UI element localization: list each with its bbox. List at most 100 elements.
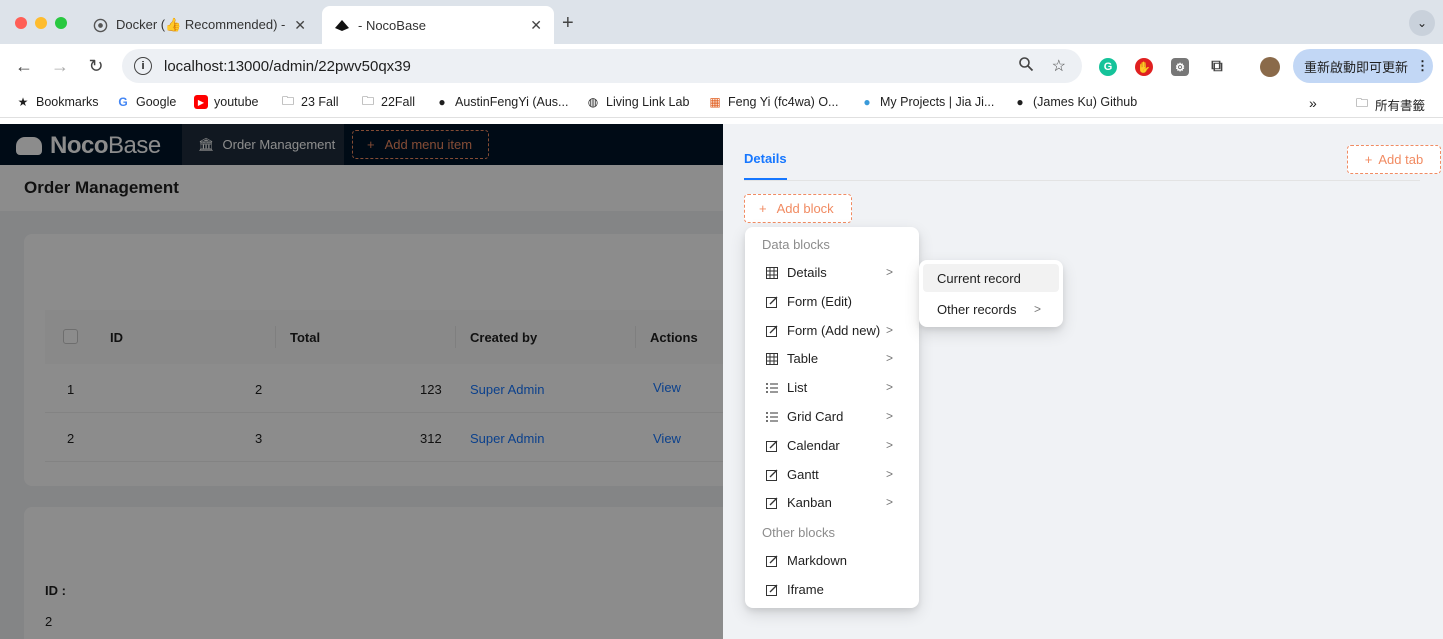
browser-tab-nocobase[interactable]: - NocoBase ✕	[322, 6, 554, 44]
list-icon	[765, 410, 779, 424]
edit-icon	[765, 583, 779, 597]
nocobase-app: Noco Base 🏛 Order Management + Add menu i…	[0, 124, 1443, 639]
window-minimize-button[interactable]	[35, 17, 47, 29]
chevron-right-icon: >	[885, 265, 893, 279]
browser-tab-docker[interactable]: Docker (👍 Recommended) - ✕	[80, 6, 318, 44]
bookmark-label: youtube	[214, 95, 259, 109]
github-icon: ●	[438, 95, 446, 109]
submenu-item-label: Other records	[937, 301, 1017, 317]
bookmark-item[interactable]: ● My Projects | Jia Ji...	[860, 95, 994, 109]
add-block-button[interactable]: + Add block	[744, 194, 852, 223]
grammarly-extension-icon[interactable]: G	[1099, 58, 1117, 76]
forward-arrow-icon[interactable]: →	[49, 56, 71, 77]
menu-item-markdown[interactable]: Markdown	[749, 546, 915, 575]
edit-icon	[765, 496, 779, 510]
menu-item-label: Calendar	[787, 438, 840, 453]
reload-icon[interactable]: ↻	[85, 56, 107, 77]
bookmark-star-icon[interactable]: ☆	[1052, 56, 1066, 76]
close-tab-icon[interactable]: ✕	[530, 17, 542, 34]
tab-details[interactable]: Details	[744, 151, 787, 180]
details-submenu: Current record Other records >	[919, 260, 1063, 327]
bookmark-label: Living Link Lab	[606, 95, 690, 109]
bookmark-label: 22Fall	[381, 95, 416, 109]
menu-item-list[interactable]: List >	[749, 373, 915, 402]
new-tab-icon[interactable]: +	[562, 12, 574, 35]
bookmark-item[interactable]: ● (James Ku) Github	[1013, 95, 1137, 109]
menu-item-label: Markdown	[787, 553, 847, 568]
menu-item-gantt[interactable]: Gantt >	[749, 460, 915, 489]
profile-avatar[interactable]	[1260, 57, 1280, 77]
menu-item-label: Gantt	[787, 467, 819, 482]
bookmark-item[interactable]: 🗀 22Fall	[361, 94, 416, 110]
menu-item-label: Details	[787, 265, 827, 280]
chevron-right-icon: >	[885, 323, 893, 337]
bookmark-label: (James Ku) Github	[1033, 95, 1138, 109]
tab-title: - NocoBase	[358, 17, 426, 33]
menu-item-label: Iframe	[787, 582, 824, 597]
folder-icon: 🗀	[281, 93, 294, 108]
chevron-right-icon: >	[885, 495, 893, 509]
extension-icon[interactable]: ⚙	[1171, 58, 1189, 76]
tab-search-chevron-icon[interactable]: ⌄	[1409, 10, 1435, 36]
add-tab-button[interactable]: + Add tab	[1347, 145, 1441, 174]
bookmark-item[interactable]: ◍ Living Link Lab	[586, 95, 690, 109]
edit-icon	[765, 468, 779, 482]
bookmark-item[interactable]: ● AustinFengYi (Aus...	[435, 95, 568, 109]
browser-toolbar: ← → ↻ i localhost:13000/admin/22pwv50qx3…	[0, 44, 1443, 89]
bookmark-item[interactable]: 🗀 23 Fall	[281, 93, 339, 110]
adblock-extension-icon[interactable]: ✋	[1135, 58, 1153, 76]
menu-item-grid-card[interactable]: Grid Card >	[749, 402, 915, 431]
google-icon: G	[118, 95, 128, 109]
folder-icon: 🗀	[1355, 96, 1368, 110]
drawer-tab-bar: Details + Add tab	[744, 124, 1441, 181]
browser-tab-strip: Docker (👍 Recommended) - ✕ - NocoBase ✕ …	[0, 0, 1443, 44]
chevron-right-icon: >	[885, 351, 893, 365]
relaunch-update-button[interactable]: 重新啟動即可更新 ⋮	[1293, 49, 1433, 83]
docker-favicon-icon	[92, 17, 108, 33]
menu-item-table[interactable]: Table >	[749, 344, 915, 373]
submenu-item-label: Current record	[937, 270, 1021, 286]
menu-item-iframe[interactable]: Iframe	[749, 575, 915, 604]
window-zoom-button[interactable]	[55, 17, 67, 29]
all-bookmarks[interactable]: 🗀 所有書籤	[1355, 95, 1425, 114]
zoom-icon[interactable]	[1018, 56, 1034, 76]
bookmark-item[interactable]: G Google	[116, 95, 176, 109]
edit-icon	[765, 439, 779, 453]
back-arrow-icon[interactable]: ←	[13, 56, 35, 77]
menu-item-label: Kanban	[787, 495, 832, 510]
menu-item-form-edit[interactable]: Form (Edit)	[749, 287, 915, 316]
bookmark-item[interactable]: ★ Bookmarks	[16, 95, 99, 109]
menu-item-calendar[interactable]: Calendar >	[749, 431, 915, 460]
edit-icon	[765, 324, 779, 338]
menu-group-title: Data blocks	[762, 237, 830, 252]
menu-item-details[interactable]: Details >	[749, 258, 915, 287]
menu-item-label: List	[787, 380, 808, 395]
bookmark-label: Feng Yi (fc4wa) O...	[728, 95, 839, 109]
menu-item-kanban[interactable]: Kanban >	[749, 488, 915, 517]
menu-group-title: Other blocks	[762, 525, 835, 540]
add-block-label: Add block	[776, 201, 834, 216]
star-icon: ★	[17, 95, 29, 109]
dot-icon: ●	[863, 95, 871, 109]
more-bookmarks-icon[interactable]: »	[1309, 95, 1317, 111]
address-bar[interactable]: i localhost:13000/admin/22pwv50qx39 ☆	[122, 49, 1082, 83]
plus-icon: +	[1364, 152, 1373, 167]
bookmark-label: 所有書籤	[1375, 99, 1426, 113]
submenu-item-current-record[interactable]: Current record	[923, 264, 1059, 292]
close-tab-icon[interactable]: ✕	[294, 17, 306, 34]
table-icon	[765, 352, 779, 366]
nocobase-favicon-icon	[334, 17, 350, 33]
menu-item-form-add-new[interactable]: Form (Add new) >	[749, 316, 915, 345]
bookmark-item[interactable]: ▦ Feng Yi (fc4wa) O...	[708, 95, 838, 109]
more-vertical-icon[interactable]: ⋮	[1416, 58, 1429, 74]
window-close-button[interactable]	[15, 17, 27, 29]
edit-icon	[765, 554, 779, 568]
chevron-right-icon: >	[885, 438, 893, 452]
add-block-dropdown-menu: Data blocks Details > Form (Edit) Form (…	[745, 227, 919, 608]
submenu-item-other-records[interactable]: Other records >	[923, 295, 1059, 323]
drawer-mask[interactable]	[0, 124, 723, 639]
plus-icon: +	[759, 201, 767, 216]
site-info-icon[interactable]: i	[134, 57, 152, 75]
bookmark-item[interactable]: ▶ youtube	[194, 95, 258, 109]
extensions-puzzle-icon[interactable]: ⧉	[1208, 58, 1226, 76]
